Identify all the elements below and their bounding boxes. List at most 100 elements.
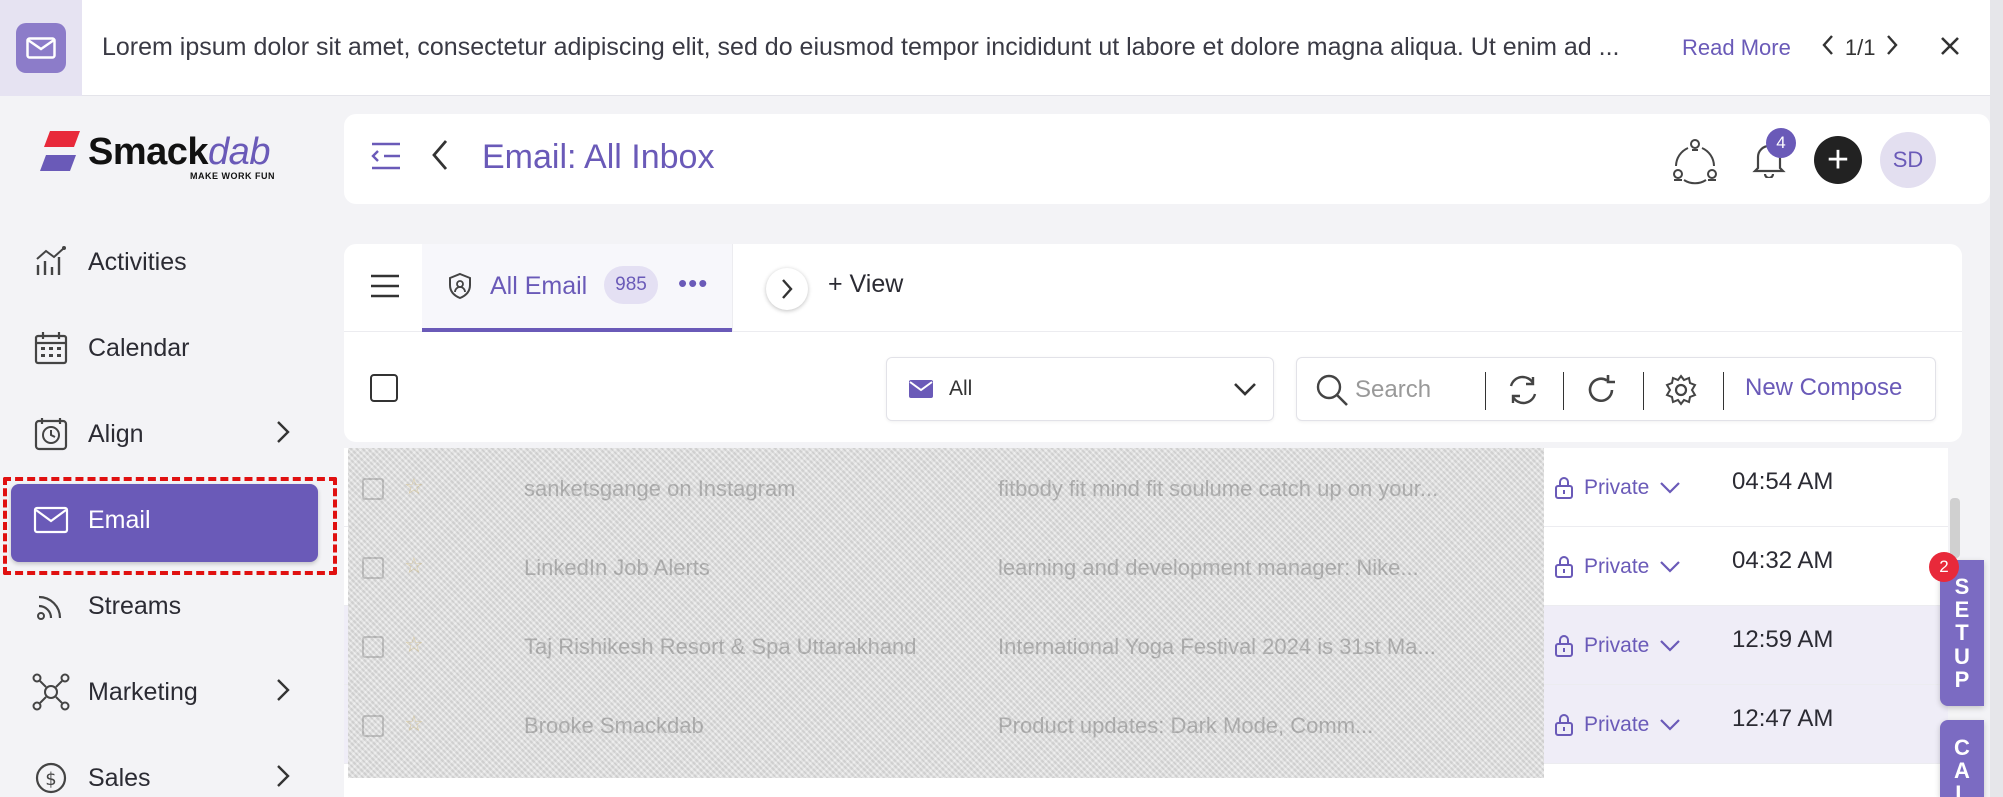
announcement-text: Lorem ipsum dolor sit amet, consectetur …: [102, 33, 1620, 61]
gear-icon[interactable]: [1665, 374, 1697, 411]
mailbox-filter-select[interactable]: All: [886, 357, 1274, 421]
lock-icon: [1555, 477, 1573, 499]
chevron-right-icon[interactable]: [275, 763, 291, 796]
sync-icon[interactable]: [1507, 374, 1539, 411]
setup-letter: P: [1954, 666, 1970, 692]
page-header: Email: All Inbox 4 + SD: [344, 114, 1990, 204]
email-toolbar: All New Compose: [344, 332, 1962, 442]
setup-side-tab[interactable]: S E T U P: [1940, 560, 1984, 706]
setup-letter: T: [1955, 620, 1969, 646]
add-button[interactable]: +: [1814, 136, 1862, 184]
tab-all-email[interactable]: All Email 985 •••: [422, 244, 732, 332]
sidebar-item-marketing[interactable]: Marketing: [0, 649, 332, 735]
sidebar-item-label: Streams: [88, 591, 182, 620]
more-options-icon[interactable]: •••: [678, 268, 708, 299]
privacy-select[interactable]: Private: [1554, 555, 1681, 579]
privacy-select[interactable]: Private: [1554, 713, 1681, 737]
divider: [1563, 372, 1564, 410]
hamburger-icon[interactable]: [370, 274, 400, 303]
add-view-button[interactable]: + View: [828, 270, 903, 299]
list-scrollbar-thumb[interactable]: [1950, 498, 1960, 558]
sidebar-item-align[interactable]: Align: [0, 391, 332, 477]
call-letter: L: [1955, 781, 1969, 797]
star-icon[interactable]: ☆: [404, 474, 424, 500]
call-side-tab[interactable]: C A L: [1940, 720, 1984, 797]
window-scrollbar[interactable]: [1990, 0, 2003, 797]
email-subject: Product updates: Dark Mode, Comm...: [998, 713, 1374, 738]
list-item[interactable]: ☆ Brooke Smackdab Product updates: Dark …: [348, 685, 1544, 764]
star-icon[interactable]: ☆: [404, 553, 424, 579]
svg-text:$: $: [45, 769, 56, 790]
chevron-down-icon: [1660, 561, 1681, 573]
mail-icon: [16, 22, 66, 73]
smackdab-logo-icon: [40, 131, 80, 171]
calendar-icon: [32, 329, 70, 367]
sidebar-item-label: Calendar: [88, 333, 190, 362]
lock-icon: [1555, 556, 1573, 578]
email-time: 04:32 AM: [1732, 547, 1834, 574]
team-network-icon[interactable]: [1670, 136, 1720, 191]
sidebar-item-email[interactable]: Email: [0, 477, 337, 575]
setup-letter: U: [1954, 643, 1970, 669]
chevron-right-icon[interactable]: [275, 677, 291, 710]
setup-letter: S: [1954, 574, 1970, 600]
sidebar-item-label: Align: [88, 419, 144, 448]
chevron-right-icon[interactable]: [1885, 34, 1899, 62]
scroll-tabs-button[interactable]: [766, 268, 808, 310]
privacy-select[interactable]: Private: [1554, 634, 1681, 658]
chevron-right-icon: [782, 279, 793, 299]
search-input[interactable]: [1355, 372, 1475, 408]
logo-tagline: MAKE WORK FUN: [190, 171, 275, 181]
pager-label: 1/1: [1844, 34, 1876, 60]
email-subject: learning and development manager: Nike..…: [998, 555, 1419, 580]
chevron-down-icon: [1233, 382, 1257, 401]
star-icon[interactable]: ☆: [404, 632, 424, 658]
refresh-icon[interactable]: [1585, 374, 1617, 411]
mail-icon: [32, 501, 70, 539]
read-more-link[interactable]: Read More: [1682, 35, 1791, 61]
row-checkbox[interactable]: [362, 636, 384, 658]
email-sender: Taj Rishikesh Resort & Spa Uttarakhand: [524, 634, 917, 659]
privacy-label: Private: [1584, 634, 1650, 657]
list-item[interactable]: ☆ Taj Rishikesh Resort & Spa Uttarakhand…: [348, 606, 1544, 685]
privacy-select[interactable]: Private: [1554, 476, 1681, 500]
sidebar-nav: Activities Calendar Align Email Streams …: [0, 219, 337, 797]
page-title: Email: All Inbox: [482, 138, 715, 176]
divider: [1643, 372, 1644, 410]
shield-icon: [448, 272, 472, 305]
chart-icon: [32, 243, 70, 281]
sidebar-item-label: Email: [88, 505, 151, 534]
announcement-pager: 1/1: [1821, 34, 1900, 62]
logo-brand-accent: dab: [208, 130, 270, 173]
sidebar-item-streams[interactable]: Streams: [0, 563, 332, 649]
logo-text: Smackdab: [88, 131, 270, 174]
star-icon[interactable]: ☆: [404, 711, 424, 737]
close-icon[interactable]: [1939, 31, 1961, 65]
select-all-checkbox[interactable]: [370, 374, 398, 402]
logo[interactable]: Smackdab MAKE WORK FUN: [40, 127, 275, 181]
network-icon: [32, 673, 70, 711]
sidebar-item-calendar[interactable]: Calendar: [0, 305, 332, 391]
menu-collapse-icon[interactable]: [370, 141, 402, 176]
email-sender: LinkedIn Job Alerts: [524, 555, 710, 580]
email-subject: International Yoga Festival 2024 is 31st…: [998, 634, 1436, 659]
announcement-bar: Lorem ipsum dolor sit amet, consectetur …: [0, 0, 1990, 96]
email-panel: All Email 985 ••• + View All Search New …: [344, 244, 1962, 442]
avatar[interactable]: SD: [1880, 132, 1936, 188]
list-item[interactable]: ☆ sanketsgange on Instagram fitbody fit …: [348, 448, 1544, 527]
lock-icon: [1555, 714, 1573, 736]
chevron-left-icon[interactable]: [1821, 34, 1835, 62]
sidebar-item-sales[interactable]: $ Sales: [0, 735, 332, 797]
divider: [1485, 372, 1486, 410]
list-item[interactable]: ☆ LinkedIn Job Alerts learning and devel…: [348, 527, 1544, 606]
row-checkbox[interactable]: [362, 557, 384, 579]
row-checkbox[interactable]: [362, 478, 384, 500]
sidebar-item-activities[interactable]: Activities: [0, 219, 332, 305]
chevron-right-icon[interactable]: [275, 419, 291, 452]
new-compose-button[interactable]: New Compose: [1745, 374, 1902, 402]
mail-icon: [909, 380, 933, 403]
notification-badge: 4: [1766, 128, 1796, 158]
privacy-label: Private: [1584, 476, 1650, 499]
back-arrow-icon[interactable]: [430, 138, 450, 177]
row-checkbox[interactable]: [362, 715, 384, 737]
